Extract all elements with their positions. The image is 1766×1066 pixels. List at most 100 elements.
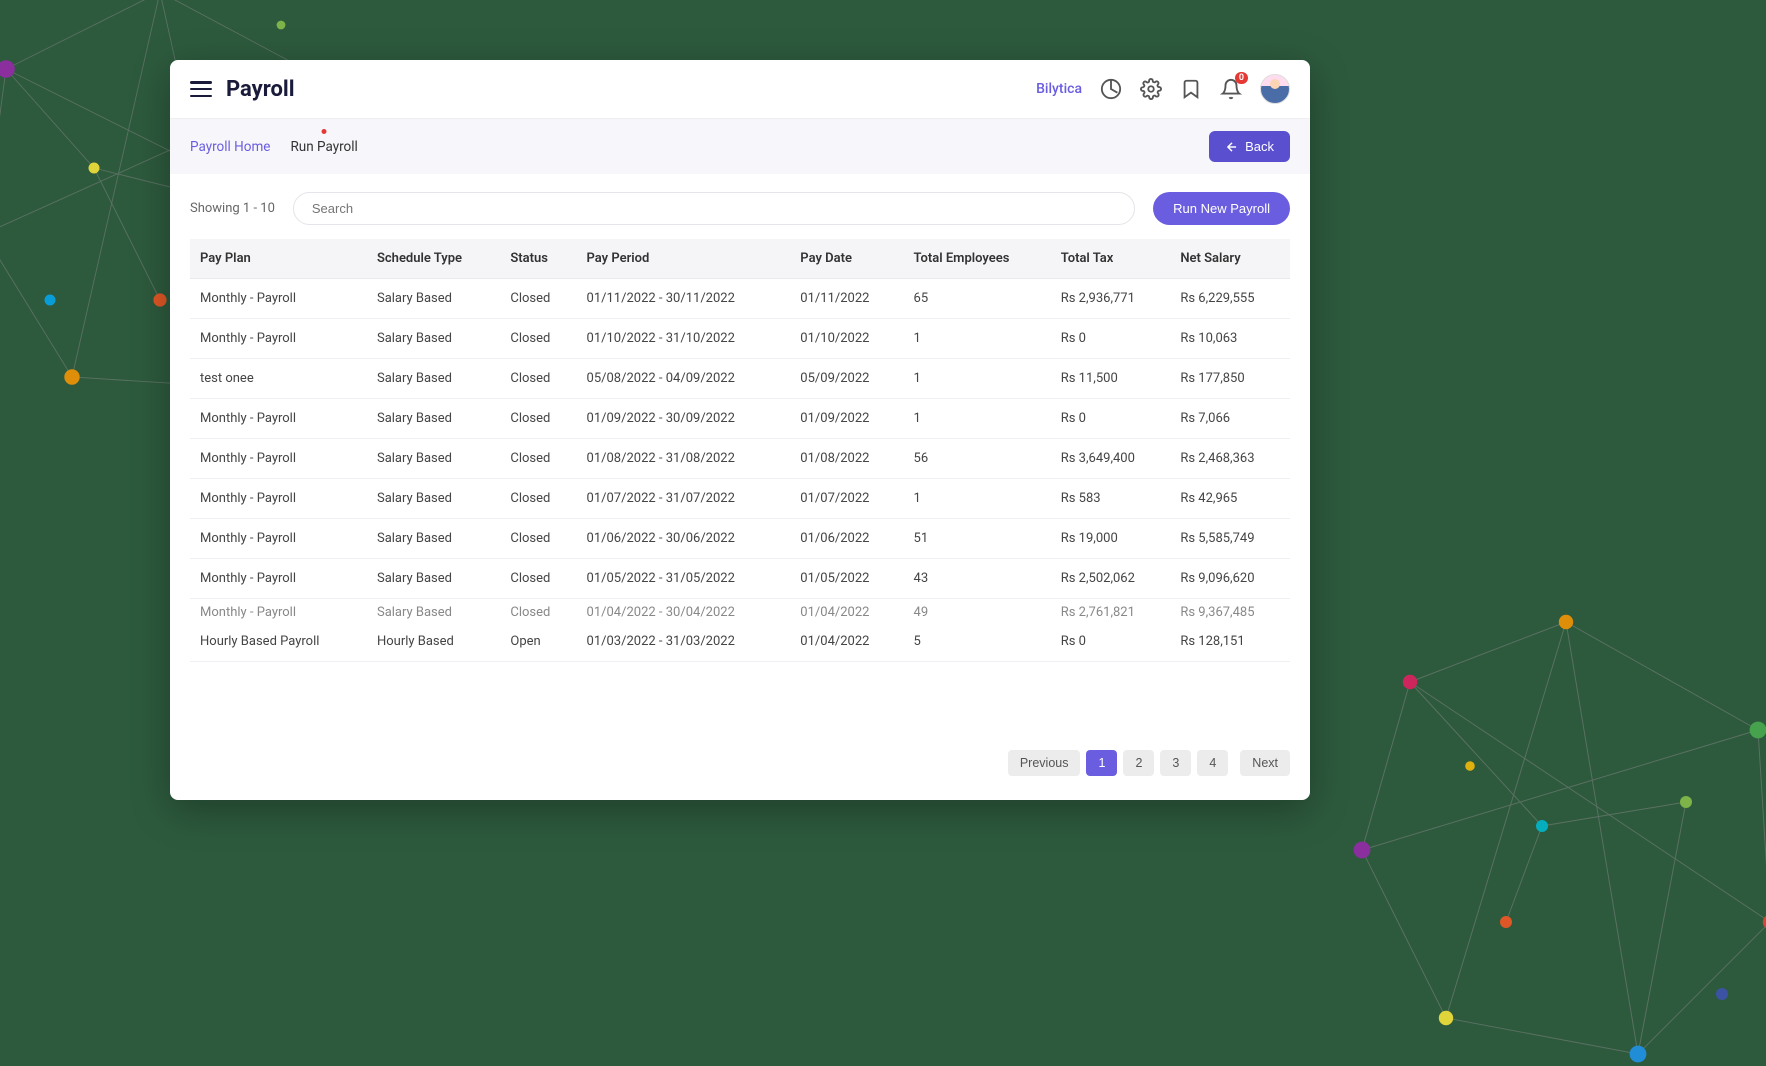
table-row[interactable]: Hourly Based PayrollHourly BasedOpen01/0… xyxy=(190,622,1290,662)
cell-type: Salary Based xyxy=(367,279,500,319)
bookmark-icon[interactable] xyxy=(1180,78,1202,100)
cell-status: Closed xyxy=(500,559,576,599)
cell-date: 01/11/2022 xyxy=(790,279,903,319)
cell-period: 01/08/2022 - 31/08/2022 xyxy=(577,439,791,479)
table-row[interactable]: Monthly - PayrollSalary BasedClosed01/10… xyxy=(190,319,1290,359)
cell-net: Rs 9,367,485 xyxy=(1170,599,1290,623)
cell-tax: Rs 2,936,771 xyxy=(1051,279,1171,319)
cell-period: 01/10/2022 - 31/10/2022 xyxy=(577,319,791,359)
cell-date: 01/09/2022 xyxy=(790,399,903,439)
page-3[interactable]: 3 xyxy=(1160,750,1191,776)
cell-net: Rs 2,468,363 xyxy=(1170,439,1290,479)
cell-emp: 43 xyxy=(904,559,1051,599)
cell-period: 01/03/2022 - 31/03/2022 xyxy=(577,622,791,662)
breadcrumb-current-label: Run Payroll xyxy=(290,139,357,155)
breadcrumb-home[interactable]: Payroll Home xyxy=(190,139,270,155)
cell-period: 05/08/2022 - 04/09/2022 xyxy=(577,359,791,399)
cell-tax: Rs 11,500 xyxy=(1051,359,1171,399)
cell-tax: Rs 0 xyxy=(1051,319,1171,359)
cell-type: Hourly Based xyxy=(367,622,500,662)
cell-emp: 49 xyxy=(904,599,1051,623)
cell-plan: test onee xyxy=(190,359,367,399)
payroll-table: Pay PlanSchedule TypeStatusPay PeriodPay… xyxy=(190,239,1290,736)
cell-tax: Rs 0 xyxy=(1051,399,1171,439)
page-1[interactable]: 1 xyxy=(1086,750,1117,776)
cell-status: Closed xyxy=(500,279,576,319)
table-row[interactable]: Monthly - PayrollSalary BasedClosed01/07… xyxy=(190,479,1290,519)
cell-type: Salary Based xyxy=(367,319,500,359)
table-row[interactable]: Monthly - PayrollSalary BasedClosed01/11… xyxy=(190,279,1290,319)
column-header[interactable]: Total Employees xyxy=(904,239,1051,279)
back-button-label: Back xyxy=(1245,139,1274,154)
table-row[interactable]: Monthly - PayrollSalary BasedClosed01/09… xyxy=(190,399,1290,439)
cell-tax: Rs 2,761,821 xyxy=(1051,599,1171,623)
avatar[interactable] xyxy=(1260,74,1290,104)
column-header[interactable]: Total Tax xyxy=(1051,239,1171,279)
table-row[interactable]: Monthly - PayrollSalary BasedClosed01/05… xyxy=(190,559,1290,599)
cell-emp: 1 xyxy=(904,319,1051,359)
table-row[interactable]: Monthly - PayrollSalary BasedClosed01/06… xyxy=(190,519,1290,559)
cell-net: Rs 7,066 xyxy=(1170,399,1290,439)
bell-icon[interactable]: 0 xyxy=(1220,78,1242,100)
cell-net: Rs 9,096,620 xyxy=(1170,559,1290,599)
cell-status: Closed xyxy=(500,319,576,359)
search-input[interactable] xyxy=(293,192,1135,225)
chart-icon[interactable] xyxy=(1100,78,1122,100)
cell-status: Closed xyxy=(500,599,576,623)
cell-status: Closed xyxy=(500,479,576,519)
cell-plan: Monthly - Payroll xyxy=(190,439,367,479)
page-title: Payroll xyxy=(226,77,295,102)
gear-icon[interactable] xyxy=(1140,78,1162,100)
table-row[interactable]: Monthly - PayrollSalary BasedClosed01/08… xyxy=(190,439,1290,479)
page-4[interactable]: 4 xyxy=(1197,750,1228,776)
cell-date: 01/06/2022 xyxy=(790,519,903,559)
arrow-left-icon xyxy=(1225,140,1239,154)
cell-date: 01/04/2022 xyxy=(790,622,903,662)
cell-type: Salary Based xyxy=(367,439,500,479)
showing-text: Showing 1 - 10 xyxy=(190,201,275,216)
cell-plan: Hourly Based Payroll xyxy=(190,622,367,662)
cell-type: Salary Based xyxy=(367,519,500,559)
previous-button[interactable]: Previous xyxy=(1008,750,1081,776)
cell-status: Closed xyxy=(500,359,576,399)
table-row[interactable]: test oneeSalary BasedClosed05/08/2022 - … xyxy=(190,359,1290,399)
app-window: Payroll Bilytica 0 Payroll Home Run xyxy=(170,60,1310,800)
cell-tax: Rs 0 xyxy=(1051,622,1171,662)
column-header[interactable]: Schedule Type xyxy=(367,239,500,279)
column-header[interactable]: Net Salary xyxy=(1170,239,1290,279)
run-new-payroll-button[interactable]: Run New Payroll xyxy=(1153,192,1290,225)
indicator-dot-icon xyxy=(322,129,327,134)
breadcrumb-current: Run Payroll xyxy=(290,139,357,155)
subheader: Payroll Home Run Payroll Back xyxy=(170,119,1310,174)
column-header[interactable]: Pay Period xyxy=(577,239,791,279)
toolbar: Showing 1 - 10 Run New Payroll xyxy=(190,192,1290,225)
brand-link[interactable]: Bilytica xyxy=(1036,81,1082,97)
cell-plan: Monthly - Payroll xyxy=(190,559,367,599)
column-header[interactable]: Pay Date xyxy=(790,239,903,279)
cell-tax: Rs 3,649,400 xyxy=(1051,439,1171,479)
cell-plan: Monthly - Payroll xyxy=(190,479,367,519)
cell-status: Open xyxy=(500,622,576,662)
cell-plan: Monthly - Payroll xyxy=(190,599,367,623)
cell-plan: Monthly - Payroll xyxy=(190,399,367,439)
cell-type: Salary Based xyxy=(367,359,500,399)
cell-date: 01/04/2022 xyxy=(790,599,903,623)
cell-type: Salary Based xyxy=(367,559,500,599)
content-area: Showing 1 - 10 Run New Payroll Pay PlanS… xyxy=(170,174,1310,800)
cell-net: Rs 6,229,555 xyxy=(1170,279,1290,319)
back-button[interactable]: Back xyxy=(1209,131,1290,162)
notification-badge: 0 xyxy=(1235,72,1248,84)
cell-period: 01/06/2022 - 30/06/2022 xyxy=(577,519,791,559)
cell-net: Rs 177,850 xyxy=(1170,359,1290,399)
next-button[interactable]: Next xyxy=(1240,750,1290,776)
table-row[interactable]: Monthly - PayrollSalary BasedClosed01/04… xyxy=(190,599,1290,623)
page-2[interactable]: 2 xyxy=(1123,750,1154,776)
cell-period: 01/07/2022 - 31/07/2022 xyxy=(577,479,791,519)
cell-date: 01/07/2022 xyxy=(790,479,903,519)
cell-status: Closed xyxy=(500,399,576,439)
menu-icon[interactable] xyxy=(190,81,212,97)
cell-period: 01/09/2022 - 30/09/2022 xyxy=(577,399,791,439)
column-header[interactable]: Status xyxy=(500,239,576,279)
cell-date: 01/10/2022 xyxy=(790,319,903,359)
column-header[interactable]: Pay Plan xyxy=(190,239,367,279)
